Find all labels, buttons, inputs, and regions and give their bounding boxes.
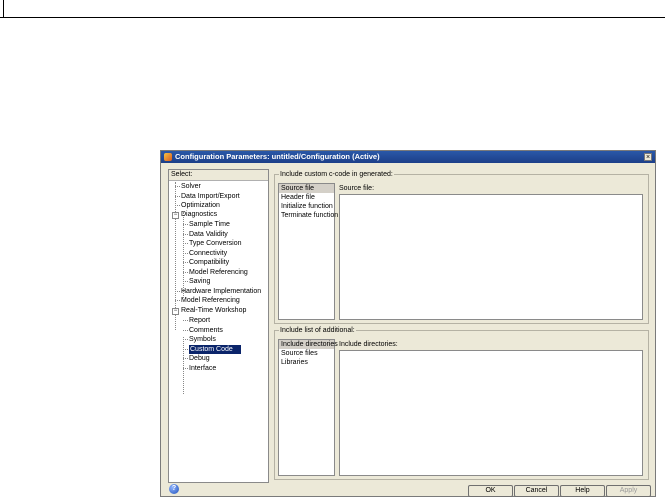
list-item-source-file[interactable]: Source file (279, 184, 334, 193)
simulink-app-icon (164, 153, 172, 161)
tree-item-diagnostics[interactable]: Diagnostics (181, 210, 217, 219)
close-button[interactable]: × (644, 153, 652, 161)
custom-code-group: Include custom c-code in generated: Sour… (274, 170, 649, 324)
tree-item-compatibility[interactable]: Compatibility (189, 258, 229, 267)
tree-branch (175, 196, 180, 197)
custom-code-group-label: Include custom c-code in generated: (279, 170, 394, 179)
tree-item-sample-time[interactable]: Sample Time (189, 220, 230, 229)
apply-button[interactable]: Apply (606, 485, 651, 497)
tree-item-custom-code[interactable]: Custom Code (189, 345, 241, 354)
tree-branch (183, 262, 188, 263)
tree-item-solver[interactable]: Solver (181, 182, 201, 191)
include-directories-textarea[interactable] (339, 350, 643, 476)
tree-item-comments[interactable]: Comments (189, 326, 223, 335)
list-item-header-file[interactable]: Header file (279, 193, 334, 202)
help-button[interactable]: Help (560, 485, 605, 497)
tree-item-saving[interactable]: Saving (189, 277, 210, 286)
config-tree: Solver Data Import/Export Optimization −… (169, 182, 268, 482)
tree-branch (183, 253, 188, 254)
tree-branch (183, 330, 188, 331)
list-item-source-files[interactable]: Source files (279, 349, 334, 358)
additional-group: Include list of additional: Include dire… (274, 326, 649, 480)
cancel-button[interactable]: Cancel (514, 485, 559, 497)
tree-branch (183, 358, 188, 359)
tree-branch (175, 291, 180, 292)
tree-branch (183, 368, 188, 369)
ok-button[interactable]: OK (468, 485, 513, 497)
tree-branch (183, 234, 188, 235)
collapse-diagnostics-icon[interactable]: − (172, 212, 179, 219)
configuration-parameters-dialog: Configuration Parameters: untitled/Confi… (160, 150, 656, 497)
tree-branch (183, 224, 188, 225)
tree-item-debug[interactable]: Debug (189, 354, 210, 363)
help-icon[interactable]: ? (169, 484, 179, 494)
tree-item-report[interactable]: Report (189, 316, 210, 325)
page-top-rule (0, 17, 665, 18)
list-item-terminate-function[interactable]: Terminate function (279, 211, 338, 220)
tree-item-hardware-implementation[interactable]: Hardware Implementation (181, 287, 261, 296)
list-item-initialize-function[interactable]: Initialize function (279, 202, 334, 211)
source-file-textarea[interactable] (339, 194, 643, 320)
title-bar[interactable]: Configuration Parameters: untitled/Confi… (161, 151, 655, 163)
tree-branch (183, 349, 188, 350)
tree-branch (183, 243, 188, 244)
page-top-tick (3, 0, 4, 17)
tree-connector (183, 337, 184, 394)
source-file-label: Source file: (339, 185, 375, 192)
additional-group-label: Include list of additional: (279, 326, 356, 335)
include-directories-label: Include directories: (339, 341, 398, 348)
collapse-rtw-icon[interactable]: − (172, 308, 179, 315)
tree-branch (175, 205, 180, 206)
tree-branch (183, 281, 188, 282)
tree-item-optimization[interactable]: Optimization (181, 201, 220, 210)
list-item-libraries[interactable]: Libraries (279, 358, 334, 367)
tree-branch (183, 320, 188, 321)
tree-branch (175, 300, 180, 301)
tree-item-data-import-export[interactable]: Data Import/Export (181, 192, 240, 201)
tree-item-symbols[interactable]: Symbols (189, 335, 216, 344)
tree-item-model-referencing[interactable]: Model Referencing (181, 296, 240, 305)
tree-branch (175, 186, 180, 187)
tree-item-diag-model-referencing[interactable]: Model Referencing (189, 268, 248, 277)
tree-branch (183, 272, 188, 273)
custom-code-list: Source file Header file Initialize funct… (278, 183, 338, 320)
tree-item-connectivity[interactable]: Connectivity (189, 249, 227, 258)
dialog-title: Configuration Parameters: untitled/Confi… (175, 152, 380, 161)
list-item-include-directories[interactable]: Include directories (279, 340, 338, 349)
select-panel: Select: Solver Data Import/Export Optimi… (168, 169, 269, 483)
select-header: Select: (169, 170, 268, 181)
additional-list: Include directories Source files Librari… (278, 339, 338, 476)
tree-item-data-validity[interactable]: Data Validity (189, 230, 228, 239)
tree-item-interface[interactable]: Interface (189, 364, 216, 373)
tree-branch (183, 339, 188, 340)
tree-item-real-time-workshop[interactable]: Real-Time Workshop (181, 306, 246, 315)
tree-item-type-conversion[interactable]: Type Conversion (189, 239, 242, 248)
